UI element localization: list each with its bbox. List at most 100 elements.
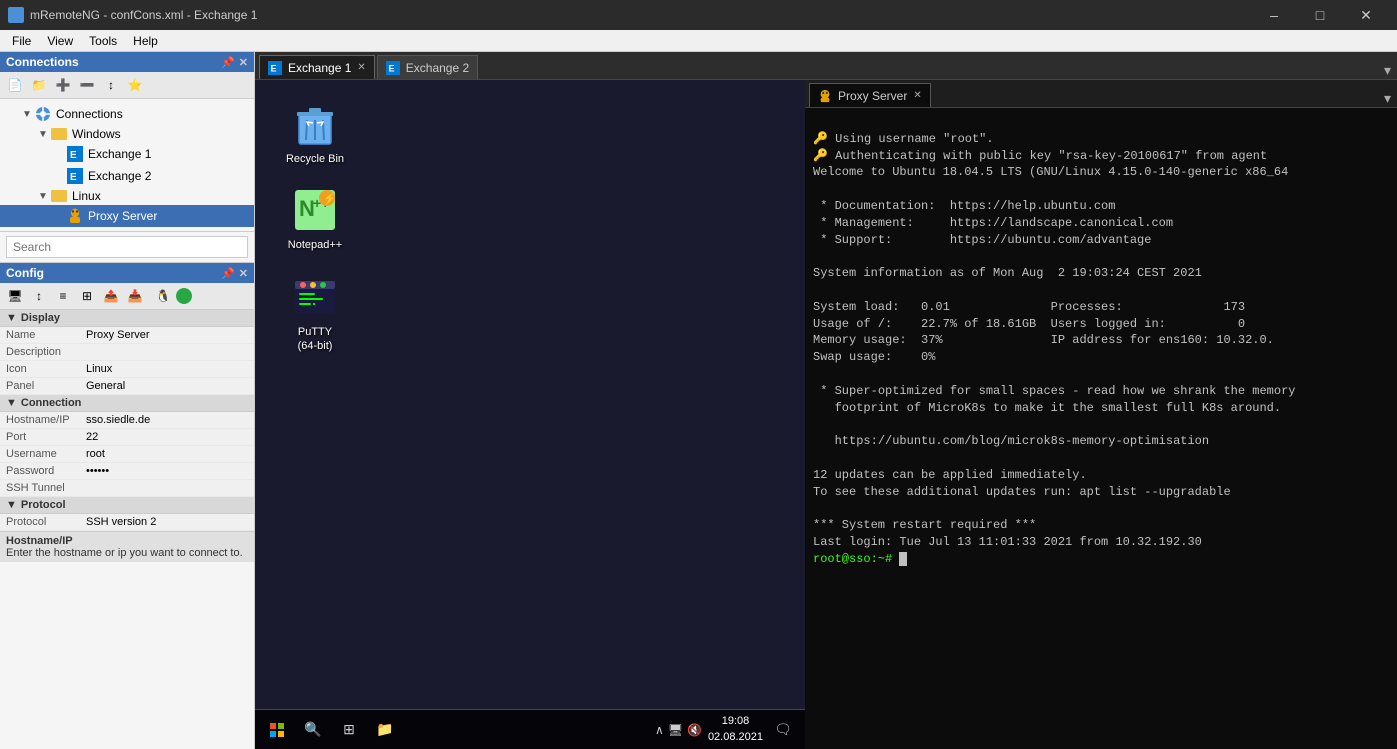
pin-icon[interactable]: 📌 [221, 56, 235, 69]
terminal-tab-proxy[interactable]: Proxy Server ✕ [809, 83, 931, 107]
network-icon[interactable]: 🖥 [668, 723, 683, 737]
toolbar-star-btn[interactable]: ⭐ [124, 74, 146, 96]
toolbar-folder-btn[interactable]: 📁 [28, 74, 50, 96]
content-area: E Exchange 1 ✕ E Exchange 2 ▾ [255, 52, 1397, 749]
putty-label: PuTTY (64-bit) [298, 325, 333, 354]
config-panel: Config 📌 ✕ 🖥 ↕ ≡ ⊞ 📤 📥 🐧 ▼ [0, 262, 254, 562]
config-section-display[interactable]: ▼ Display [0, 310, 254, 327]
tab-label-exchange2: Exchange 2 [406, 61, 469, 75]
config-row-icon: Icon Linux [0, 361, 254, 378]
tree-item-linux[interactable]: ▼ Linux [0, 187, 254, 205]
panel-header-controls: 📌 ✕ [221, 56, 248, 69]
menu-help[interactable]: Help [125, 32, 166, 50]
config-btn-flat[interactable]: ≡ [52, 285, 74, 307]
config-btn-export[interactable]: 📤 [100, 285, 122, 307]
taskbar-system-icons: ∧ 🖥 🔇 [655, 723, 702, 737]
config-btn-1[interactable]: 🖥 [4, 285, 26, 307]
config-header-controls: 📌 ✕ [221, 267, 248, 280]
config-btn-linux[interactable]: 🐧 [152, 285, 174, 307]
toolbar-add-btn[interactable]: ➕ [52, 74, 74, 96]
tree-expand-windows[interactable]: ▼ [36, 129, 50, 140]
config-row-port: Port 22 [0, 429, 254, 446]
tree-expand-root[interactable]: ▼ [20, 109, 34, 120]
tree-expand-linux[interactable]: ▼ [36, 191, 50, 202]
desktop-icon-putty[interactable]: PuTTY (64-bit) [275, 273, 355, 354]
taskbar-explorer[interactable]: 📁 [371, 716, 399, 744]
search-input[interactable] [6, 236, 248, 258]
config-btn-green[interactable] [176, 288, 192, 304]
tab-label-exchange1: Exchange 1 [288, 61, 351, 75]
folder-icon-windows [51, 128, 67, 140]
config-value-port: 22 [86, 431, 248, 443]
taskbar-right: ∧ 🖥 🔇 19:08 02.08.2021 🗨 [655, 714, 797, 745]
config-btn-2[interactable]: ↕ [28, 285, 50, 307]
config-section-connection[interactable]: ▼ Connection [0, 395, 254, 412]
title-bar-controls: – □ ✕ [1251, 0, 1389, 30]
tree-label-proxy: Proxy Server [88, 209, 157, 223]
menu-file[interactable]: File [4, 32, 39, 50]
connections-panel-header: Connections 📌 ✕ [0, 52, 254, 72]
section-label-display: Display [21, 312, 60, 324]
menu-tools[interactable]: Tools [81, 32, 125, 50]
desktop-icon-recycle-bin[interactable]: Recycle Bin [275, 100, 355, 166]
exchange-tab-bar: E Exchange 1 ✕ E Exchange 2 ▾ [255, 52, 1397, 80]
volume-icon[interactable]: 🔇 [687, 723, 702, 737]
status-label: Hostname/IP [6, 535, 248, 547]
toolbar-new-btn[interactable]: 📄 [4, 74, 26, 96]
tree-item-proxy-server[interactable]: Proxy Server [0, 205, 254, 227]
toolbar-remove-btn[interactable]: ➖ [76, 74, 98, 96]
config-btn-import[interactable]: 📥 [124, 285, 146, 307]
terminal-tab-overflow[interactable]: ▾ [1378, 90, 1397, 107]
svg-text:E: E [388, 63, 394, 73]
config-close-icon[interactable]: ✕ [239, 267, 248, 280]
minimize-button[interactable]: – [1251, 0, 1297, 30]
close-panel-icon[interactable]: ✕ [239, 56, 248, 69]
tab-overflow-btn[interactable]: ▾ [1378, 62, 1397, 79]
config-value-password: •••••• [86, 465, 248, 477]
recycle-bin-label: Recycle Bin [286, 152, 344, 166]
config-pin-icon[interactable]: 📌 [221, 267, 235, 280]
menu-view[interactable]: View [39, 32, 81, 50]
config-value-name: Proxy Server [86, 329, 248, 341]
tree-item-windows[interactable]: ▼ Windows [0, 125, 254, 143]
svg-text:E: E [271, 63, 277, 73]
tree-label-windows: Windows [72, 127, 121, 141]
config-value-username: root [86, 448, 248, 460]
exchange-icon-2: E [67, 168, 83, 184]
config-label-username: Username [6, 448, 86, 460]
terminal-tab-close-btn[interactable]: ✕ [913, 90, 921, 101]
start-button[interactable] [263, 716, 291, 744]
terminal-body[interactable]: 🔑 Using username "root". 🔑 Authenticatin… [805, 108, 1397, 749]
tab-exchange2[interactable]: E Exchange 2 [377, 55, 478, 79]
svg-text:⚡: ⚡ [323, 192, 337, 205]
tab-close-exchange1[interactable]: ✕ [357, 62, 365, 73]
recycle-bin-icon [291, 100, 339, 148]
config-label-ssh-tunnel: SSH Tunnel [6, 482, 86, 494]
windows-desktop: Recycle Bin N ++ ⚡ [255, 80, 805, 709]
config-row-name: Name Proxy Server [0, 327, 254, 344]
terminal-prompt: root@sso:~# [813, 552, 907, 566]
config-label-name: Name [6, 329, 86, 341]
windows-panel: Recycle Bin N ++ ⚡ [255, 80, 805, 749]
chevron-up-icon[interactable]: ∧ [655, 723, 664, 737]
toolbar-sort-btn[interactable]: ↕ [100, 74, 122, 96]
tab-exchange1[interactable]: E Exchange 1 ✕ [259, 55, 375, 79]
tree-item-exchange1[interactable]: E Exchange 1 [0, 143, 254, 165]
taskbar-notifications[interactable]: 🗨 [769, 716, 797, 744]
config-section-protocol[interactable]: ▼ Protocol [0, 497, 254, 514]
taskbar-task-view[interactable]: ⊞ [335, 716, 363, 744]
config-btn-grid[interactable]: ⊞ [76, 285, 98, 307]
tree-item-exchange2[interactable]: E Exchange 2 [0, 165, 254, 187]
connections-tree: ▼ Connections [0, 99, 254, 231]
desktop-icon-notepadpp[interactable]: N ++ ⚡ Notepad++ [275, 186, 355, 252]
taskbar-search-btn[interactable]: 🔍 [299, 716, 327, 744]
maximize-button[interactable]: □ [1297, 0, 1343, 30]
config-row-hostname: Hostname/IP sso.siedle.de [0, 412, 254, 429]
collapse-icon-connection: ▼ [6, 397, 17, 409]
notepadpp-label: Notepad++ [288, 238, 342, 252]
tree-item-connections-root[interactable]: ▼ Connections [0, 103, 254, 125]
close-button[interactable]: ✕ [1343, 0, 1389, 30]
menu-bar: File View Tools Help [0, 30, 1397, 52]
config-body: ▼ Display Name Proxy Server Description … [0, 310, 254, 531]
taskbar-clock[interactable]: 19:08 02.08.2021 [708, 714, 763, 745]
